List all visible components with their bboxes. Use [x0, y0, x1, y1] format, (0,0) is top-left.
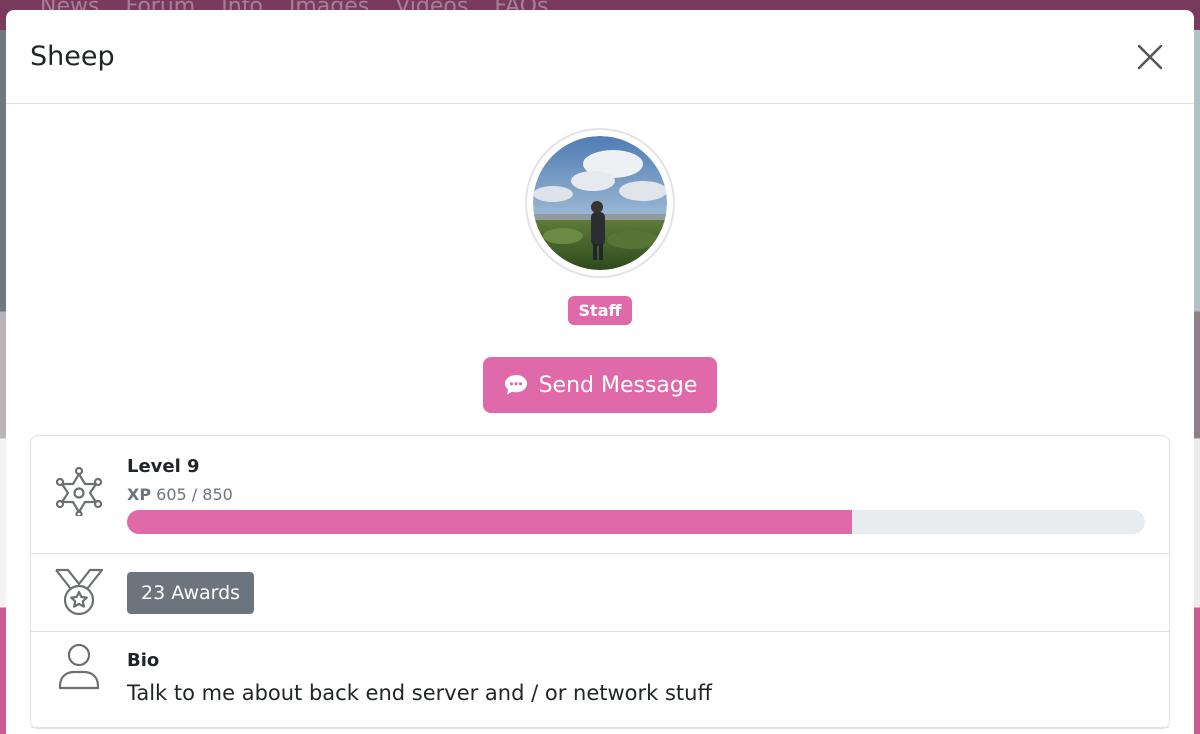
bio-title: Bio — [127, 650, 160, 671]
xp-label: XP — [127, 485, 152, 504]
profile-summary: Staff Send Message — [6, 104, 1194, 413]
avatar-frame — [525, 128, 675, 278]
close-button[interactable] — [1130, 37, 1170, 77]
xp-progress-fill — [127, 510, 852, 534]
xp-readout: XP 605 / 850 — [127, 485, 1145, 504]
close-icon — [1137, 44, 1163, 69]
xp-value: 605 / 850 — [156, 485, 233, 504]
user-icon — [58, 643, 100, 690]
send-message-label: Send Message — [538, 372, 698, 398]
medal-icon — [55, 568, 104, 615]
profile-modal: Sheep Staff Send Message Level 9 XP 605 … — [6, 10, 1194, 734]
xp-progress-bar — [127, 510, 1145, 534]
modal-header: Sheep — [6, 10, 1194, 104]
awards-row: 23 Awards — [31, 554, 1169, 632]
awards-badge[interactable]: 23 Awards — [127, 571, 255, 614]
profile-stats-list: Level 9 XP 605 / 850 23 Awards Bio Talk … — [30, 435, 1170, 729]
level-row: Level 9 XP 605 / 850 — [31, 436, 1169, 554]
staff-badge: Staff — [567, 296, 633, 325]
modal-title: Sheep — [30, 41, 115, 72]
send-message-button[interactable]: Send Message — [482, 357, 718, 413]
bio-row: Bio Talk to me about back end server and… — [31, 632, 1169, 728]
bio-text: Talk to me about back end server and / o… — [127, 681, 712, 705]
chat-bubble-icon — [504, 375, 527, 395]
sheriff-star-icon — [56, 466, 102, 516]
level-title: Level 9 — [127, 456, 200, 477]
avatar — [533, 136, 667, 270]
